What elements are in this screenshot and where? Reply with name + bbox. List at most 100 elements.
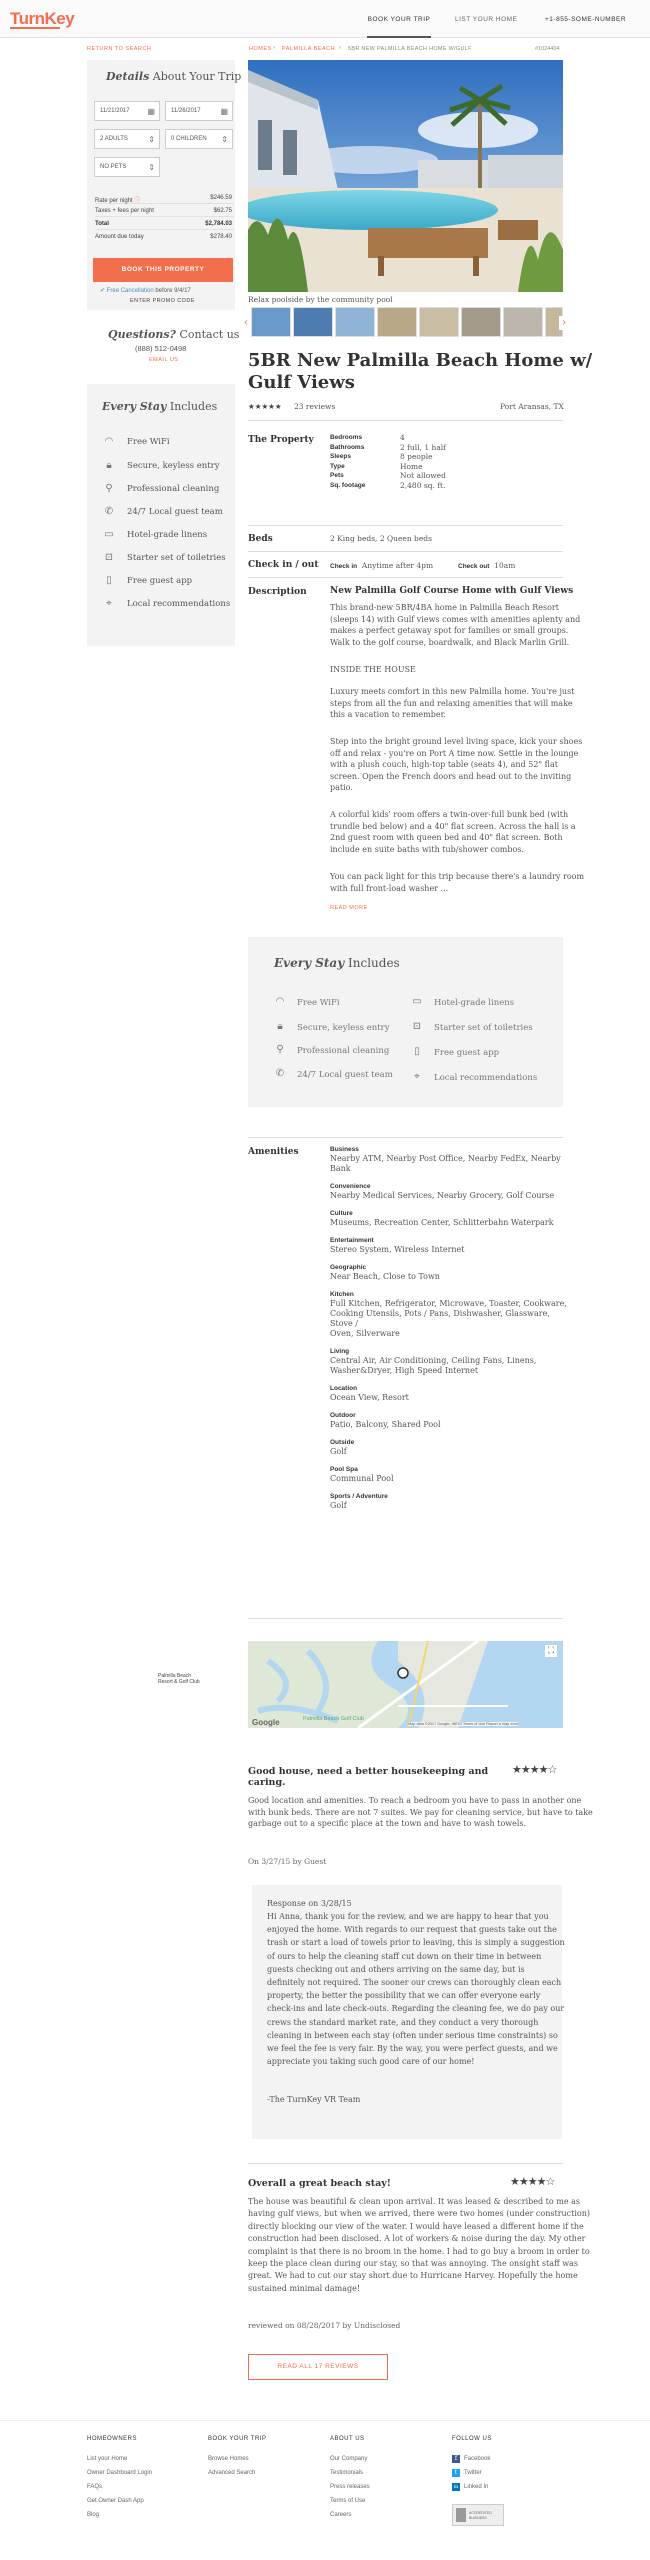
twitter-icon[interactable]: t [452,2469,460,2477]
read-more-link[interactable]: READ MORE [330,905,368,911]
footer-link[interactable]: Our Company [330,2456,367,2462]
divider [248,1137,563,1138]
footer-link[interactable]: Get Owner Dash App [87,2498,144,2504]
gallery-thumbnail[interactable] [251,307,291,337]
facebook-icon[interactable]: f [452,2455,460,2463]
description-p3: Luxury meets comfort in this new Palmill… [330,687,575,719]
wifi-icon: ◠ [275,996,285,1007]
checkout-date-field[interactable]: 11/26/2017 ▦ [165,101,233,121]
amenity-group-heading: Location [330,1385,358,1392]
amenity-group-values: Museums, Recreation Center, Schlitterbah… [330,1218,554,1227]
linkedin-icon[interactable]: in [452,2483,460,2491]
review1-title: Good house, need a better housekeeping a… [248,1766,489,1788]
breadcrumb-separator: › [273,45,275,51]
info-icon[interactable]: ⓘ [134,198,140,204]
gallery-thumbnail[interactable] [503,307,543,337]
property-values: 4 2 full, 1 half 8 people Home Not allow… [400,433,446,490]
footer-link[interactable]: Browse Homes [208,2456,249,2462]
header-phone[interactable]: +1-855-SOME-NUMBER [545,0,626,38]
gallery-thumbnail[interactable] [293,307,333,337]
nav-list-your-home[interactable]: LIST YOUR HOME [455,0,517,38]
bbb-logo-icon [456,2508,466,2522]
children-select[interactable]: 0 CHILDREN ⇕ [165,129,233,149]
footer-link[interactable]: Blog [87,2512,99,2518]
footer-book-heading: BOOK YOUR TRIP [208,2436,267,2442]
amenity-group: Pool Spa Communal Pool [330,1466,570,1484]
gallery-thumbnail[interactable] [335,307,375,337]
footer-link-facebook[interactable]: Facebook [464,2456,490,2462]
include-item: Hotel-grade linens [127,530,208,540]
map-pin-icon: ⌖ [106,598,112,609]
trip-details-title: Details About Your Trip [106,70,242,83]
checkin-date-field[interactable]: 11/21/2017 ▦ [94,101,160,121]
amenity-group-values: Nearby Medical Services, Nearby Grocery,… [330,1191,555,1200]
listing-title-line1: 5BR New Palmilla Beach Home w/ [248,350,593,371]
amenity-group-values: Full Kitchen, Refrigerator, Microwave, T… [330,1299,567,1338]
include-item: 24/7 Local guest team [127,507,223,517]
footer-link-twitter[interactable]: Twitter [464,2470,482,2476]
footer-link[interactable]: Terms of Use [330,2498,365,2504]
include-item: Free WiFi [297,998,340,1008]
include-item: Free WiFi [127,437,170,447]
gallery-prev-arrow[interactable]: ‹ [241,316,251,330]
footer-follow-heading: FOLLOW US [452,2436,492,2442]
footer-link[interactable]: List your Home [87,2456,127,2462]
include-item: Secure, keyless entry [297,1023,390,1033]
contact-phone[interactable]: (888) 512-0498 [135,344,186,353]
breadcrumb-homes[interactable]: HOMES [249,46,272,52]
email-us-link[interactable]: EMAIL US [149,357,178,363]
gallery-thumbnail[interactable] [419,307,459,337]
section-checkin: Check in / out [248,560,319,570]
divider [248,525,563,526]
pets-select[interactable]: NO PETS ⇕ [94,157,160,177]
review1-body: Good location and amenities. To reach a … [248,1796,593,1828]
amenity-group-heading: Business [330,1146,359,1153]
footer-link[interactable]: Press releases [330,2484,370,2490]
location-map[interactable] [248,1641,563,1728]
checkin-info: Check in Anytime after 4pm [330,561,434,570]
check-icon: ✔ [100,288,106,294]
amenity-group: Culture Museums, Recreation Center, Schli… [330,1210,570,1228]
return-to-search-link[interactable]: RETURN TO SEARCH [87,46,151,52]
description-p5: A colorful kids' room offers a twin-over… [330,810,576,854]
review1-response-signature: -The TurnKey VR Team [267,2095,361,2104]
gallery-thumbnail[interactable] [377,307,417,337]
read-all-reviews-button[interactable]: READ ALL 17 REVIEWS [248,2354,388,2380]
fullscreen-icon[interactable]: ⛶ [545,1645,557,1657]
footer-link-linkedin[interactable]: Linked In [464,2484,488,2490]
map-attribution[interactable]: Map data ©2017 Google, INEGI Terms of Us… [408,1722,519,1726]
include-item: Free guest app [434,1048,500,1058]
turnkey-logo[interactable]: TurnKey [10,9,75,29]
property-photo[interactable] [248,60,563,292]
map-place-label: Palmilla Beach Resort & Golf Club [158,1673,200,1685]
footer-link[interactable]: Advanced Search [208,2470,255,2476]
questions-title: Questions? Contact us [108,328,240,341]
footer-link[interactable]: Owner Dashboard Login [87,2470,152,2476]
footer-link[interactable]: Testimonials [330,2470,363,2476]
taxes-row: Taxes + fees per night $62.75 [95,206,234,217]
reviews-count-link[interactable]: 23 reviews [294,402,335,411]
amenity-group: Kitchen Full Kitchen, Refrigerator, Micro… [330,1291,570,1339]
breadcrumb-city[interactable]: PALMILLA BEACH [282,46,335,52]
amenity-group: Location Ocean View, Resort [330,1385,570,1403]
footer-link[interactable]: FAQs [87,2484,102,2490]
gallery-thumbnail[interactable] [461,307,501,337]
toiletries-icon: ⊡ [412,1021,422,1032]
amenity-group-heading: Pool Spa [330,1466,358,1473]
linens-icon: ▭ [104,529,114,540]
bbb-badge[interactable]: ACCREDITED BUSINESS [452,2504,504,2526]
promo-code-link[interactable]: ENTER PROMO CODE [130,298,195,304]
app-icon: ▯ [414,1046,420,1057]
gallery-next-arrow[interactable]: › [559,316,569,330]
footer-link[interactable]: Careers [330,2512,351,2518]
section-property: The Property [248,435,314,445]
amenity-group: Convenience Nearby Medical Services, Near… [330,1183,570,1201]
broom-icon: ⚲ [105,483,113,494]
book-property-button[interactable]: BOOK THIS PROPERTY [93,258,233,282]
include-item: Local recommendations [434,1073,538,1083]
adults-select[interactable]: 2 ADULTS ⇕ [94,129,160,149]
amenity-group: Outside Golf [330,1439,570,1457]
nav-book-your-trip[interactable]: BOOK YOUR TRIP [367,0,431,38]
divider [248,420,563,421]
footer-homeowners-heading: HOMEOWNERS [87,2436,137,2442]
